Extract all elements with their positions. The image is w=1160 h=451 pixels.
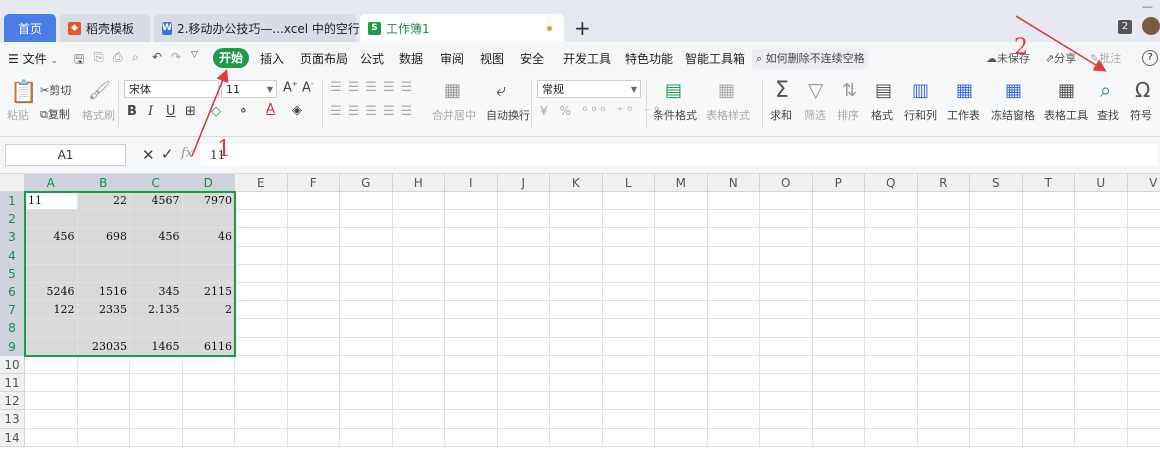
annotation-label-2: 2 xyxy=(1014,35,1028,60)
annotation-arrow-2 xyxy=(1015,15,1107,72)
annotation-label-1: 1 xyxy=(217,137,231,162)
annotation-overlay xyxy=(191,15,1107,157)
